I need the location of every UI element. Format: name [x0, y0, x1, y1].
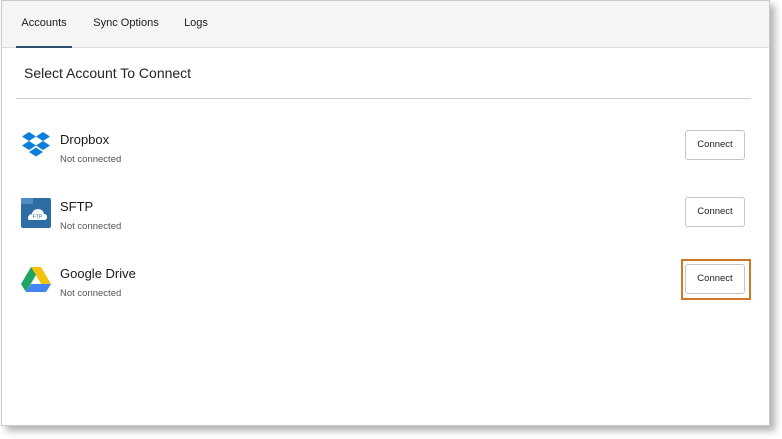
tab-sync-options[interactable]: Sync Options	[90, 1, 162, 47]
sftp-icon: FTP	[20, 197, 52, 229]
tab-accounts[interactable]: Accounts	[16, 1, 72, 48]
connect-sftp-button[interactable]: Connect	[685, 197, 745, 227]
connect-dropbox-button[interactable]: Connect	[685, 130, 745, 160]
account-status: Not connected	[60, 221, 122, 232]
divider	[16, 98, 751, 99]
tab-bar: Accounts Sync Options Logs	[2, 1, 769, 48]
section-title: Select Account To Connect	[24, 65, 192, 81]
app-window: Accounts Sync Options Logs Select Accoun…	[1, 0, 770, 426]
account-row-google-drive: Google Drive Not connected Connect	[16, 259, 751, 307]
account-row-dropbox: Dropbox Not connected Connect	[16, 125, 751, 173]
account-name: Google Drive	[60, 266, 136, 281]
google-drive-icon	[20, 264, 52, 296]
account-row-sftp: FTP SFTP Not connected Connect	[16, 192, 751, 240]
dropbox-icon	[20, 130, 52, 162]
account-name: SFTP	[60, 199, 94, 214]
svg-text:FTP: FTP	[33, 215, 43, 221]
connect-google-drive-button[interactable]: Connect	[685, 264, 745, 294]
account-status: Not connected	[60, 154, 122, 165]
account-status: Not connected	[60, 288, 122, 299]
account-name: Dropbox	[60, 132, 110, 147]
tab-logs[interactable]: Logs	[180, 1, 212, 47]
